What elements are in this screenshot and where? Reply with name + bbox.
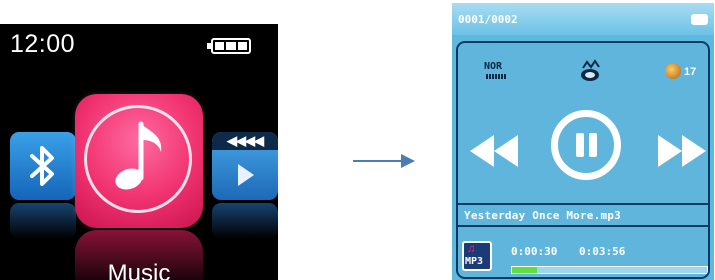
music-note-icon: ♫	[467, 243, 476, 255]
player-status-bar: 0001/0002	[452, 3, 714, 35]
player-panel: NOR 17 Yesterday Once More.mp3 ♫ MP3 0:0…	[456, 41, 710, 279]
video-icon	[238, 164, 254, 186]
volume-icon[interactable]	[665, 63, 681, 79]
bluetooth-icon	[30, 146, 54, 186]
track-title: Yesterday Once More.mp3	[464, 209, 621, 222]
menu-screen: 12:00 ◀◀◀◀ Music	[0, 24, 278, 280]
elapsed-time: 0:00:30	[511, 245, 558, 258]
progress-fill	[512, 267, 537, 273]
focused-item-label: Music	[107, 260, 171, 280]
video-reflection	[212, 203, 278, 239]
pause-icon	[576, 133, 584, 157]
battery-icon	[691, 14, 708, 25]
track-title-bar: Yesterday Once More.mp3	[458, 203, 708, 227]
mp3-format-icon: ♫ MP3	[462, 241, 492, 271]
pause-button[interactable]	[551, 110, 621, 180]
format-label: MP3	[465, 256, 484, 267]
fast-forward-icon[interactable]	[654, 131, 710, 171]
pause-icon-bar	[589, 133, 597, 157]
player-screen: 0001/0002 NOR 17 Yesterday Once More.mp3…	[452, 3, 714, 280]
status-bar: 12:00	[0, 24, 278, 64]
repeat-icon[interactable]	[577, 59, 603, 83]
rewind-icon[interactable]	[466, 131, 522, 171]
music-menu-item[interactable]	[75, 94, 203, 228]
battery-icon	[207, 38, 251, 54]
total-time: 0:03:56	[579, 245, 626, 258]
clock: 12:00	[10, 30, 76, 58]
eq-mode-label: NOR	[484, 61, 503, 72]
video-menu-item[interactable]: ◀◀◀◀	[212, 132, 278, 200]
bluetooth-menu-item[interactable]	[10, 132, 76, 200]
eq-mode-indicator[interactable]: NOR	[484, 61, 518, 83]
volume-level: 17	[684, 66, 697, 78]
film-strip-icon: ◀◀◀◀	[212, 132, 278, 150]
track-counter: 0001/0002	[458, 13, 518, 26]
bluetooth-reflection	[10, 203, 76, 239]
progress-bar[interactable]	[511, 266, 708, 274]
eq-bars-icon	[486, 74, 506, 79]
music-note-icon	[115, 121, 162, 190]
